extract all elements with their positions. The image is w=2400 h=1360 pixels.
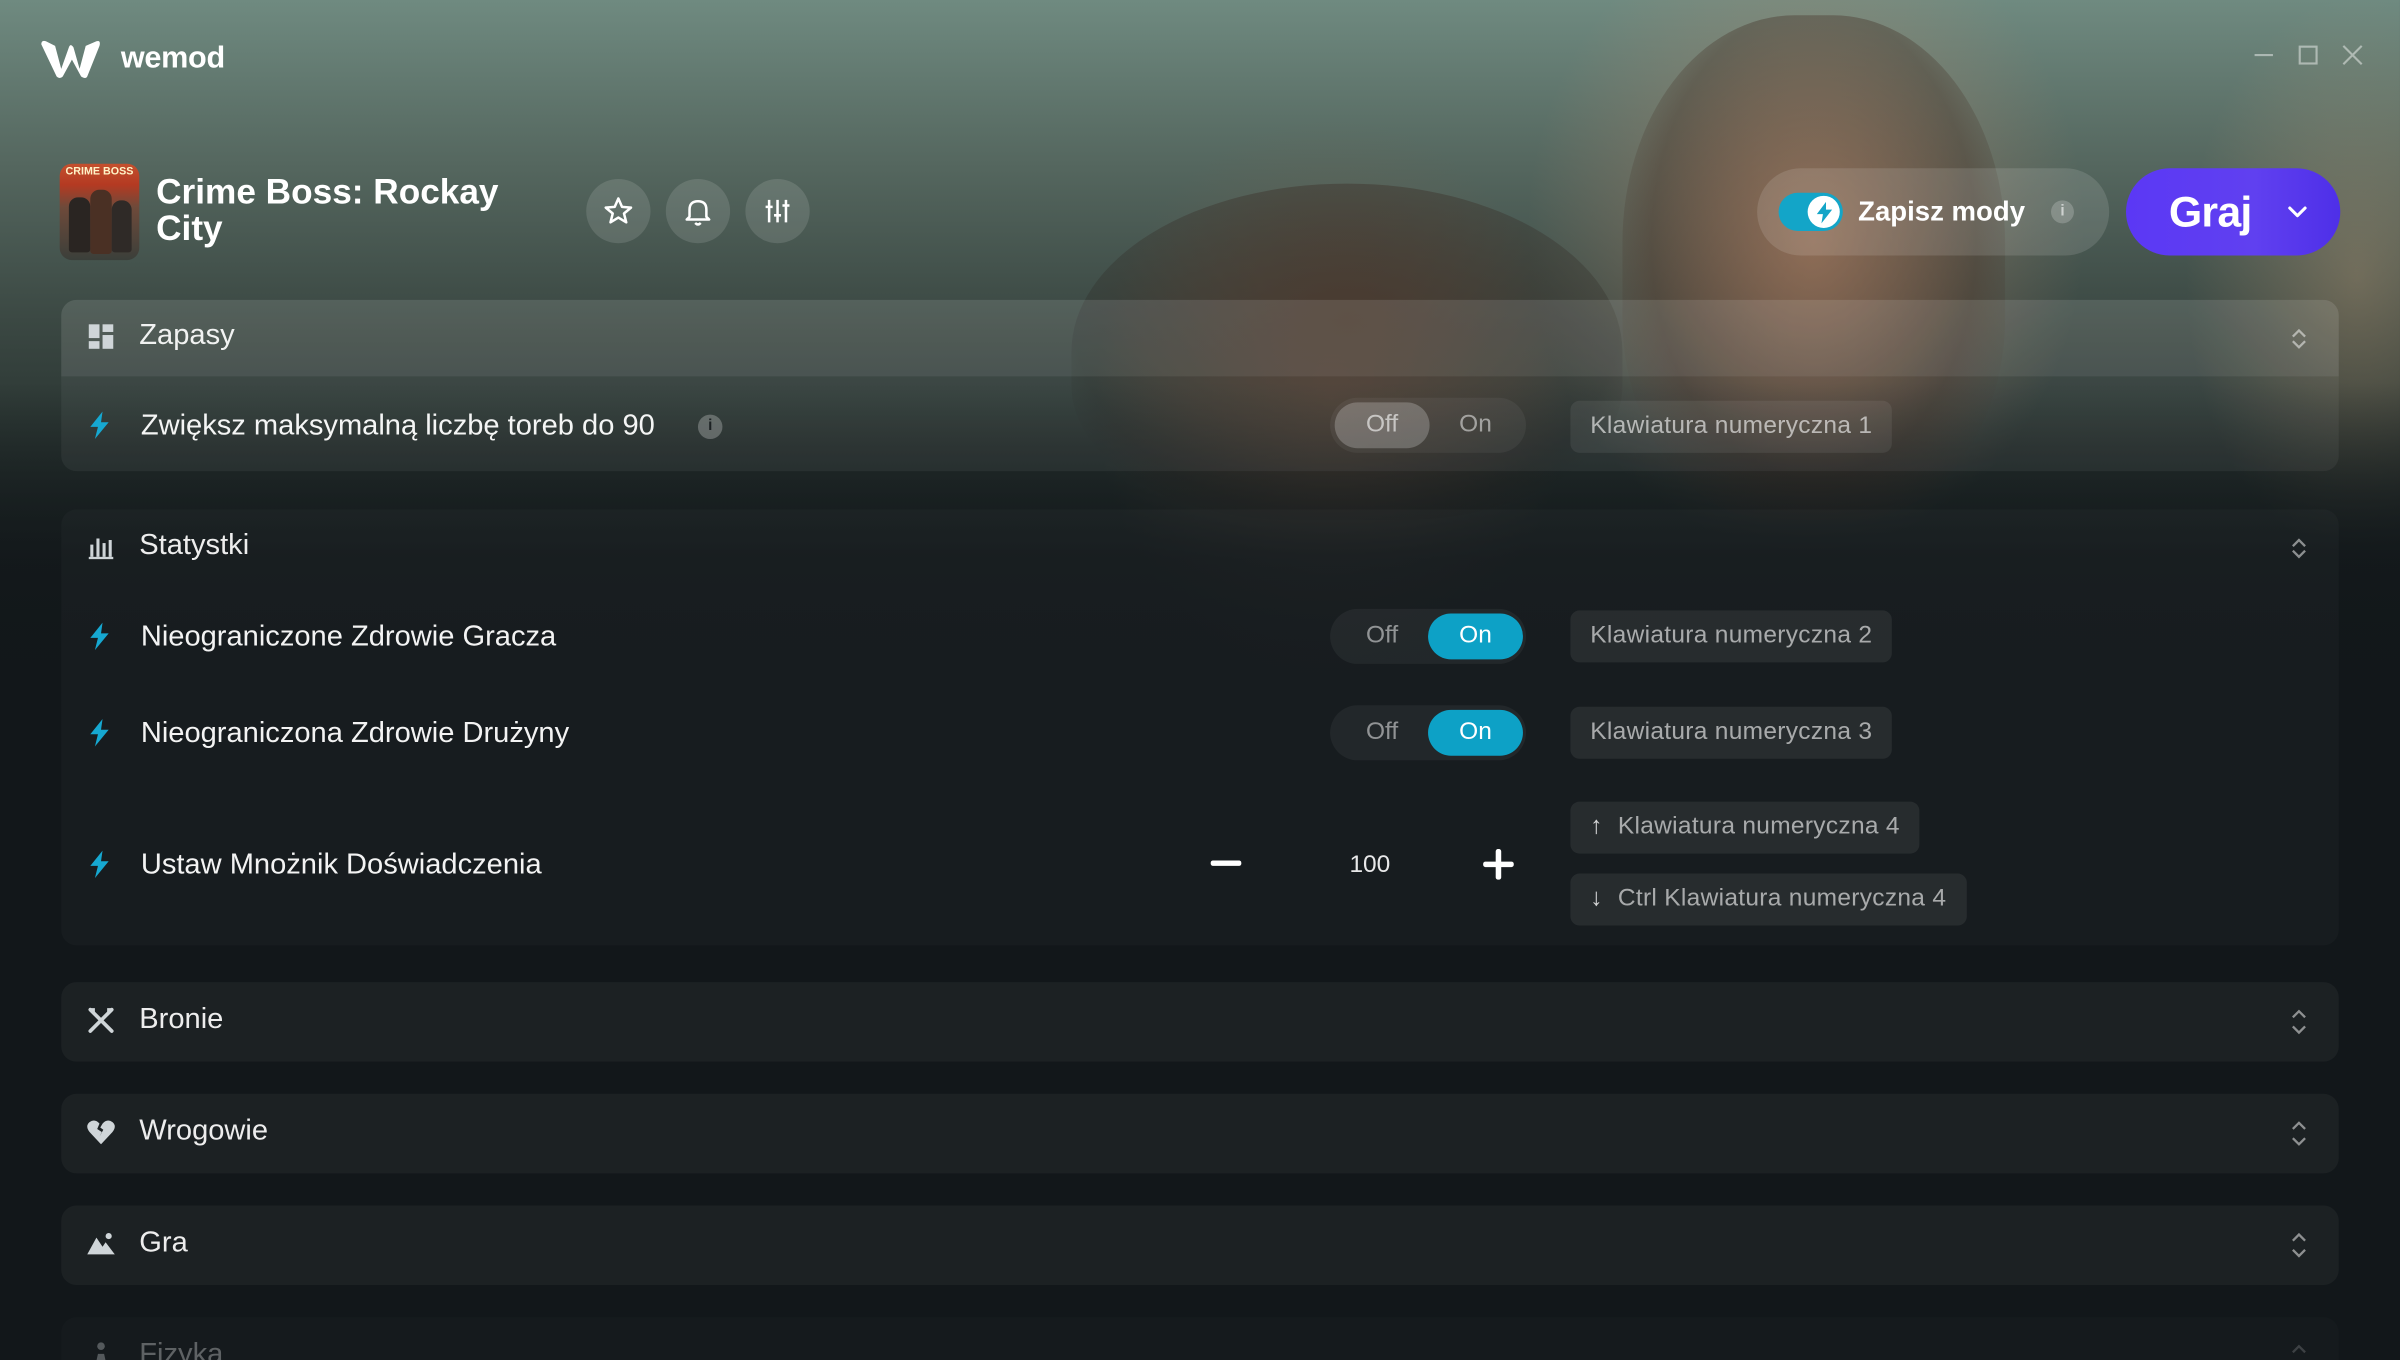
expand-chevron-icon[interactable]: [2288, 1120, 2309, 1148]
toggle-on-option[interactable]: On: [1428, 709, 1523, 756]
mod-toggle[interactable]: Off On: [1330, 608, 1527, 664]
section-gra[interactable]: Gra: [61, 1205, 2339, 1286]
play-label: Graj: [2168, 188, 2252, 236]
save-mods-toggle[interactable]: [1778, 192, 1843, 231]
bolt-icon: [90, 411, 109, 440]
brand-name: wemod: [120, 41, 225, 75]
game-cover-image: CRIME BOSS: [59, 163, 140, 261]
section-zapasy: Zapasy Zwiększ maksymalną liczbę toreb d…: [61, 299, 2339, 472]
section-title: Fizyka: [139, 1338, 224, 1360]
crossed-swords-icon: [88, 1007, 114, 1033]
toggle-on-option[interactable]: On: [1428, 613, 1523, 660]
collapse-chevron-icon[interactable]: [2288, 534, 2309, 562]
info-icon[interactable]: i: [2051, 200, 2074, 224]
maximize-icon[interactable]: [2291, 43, 2325, 77]
star-icon: [604, 197, 633, 224]
section-title: Gra: [139, 1226, 188, 1260]
toggle-off-option[interactable]: Off: [1335, 613, 1430, 659]
wemod-logo-icon: [41, 40, 100, 79]
hotkey-badge[interactable]: Klawiatura numeryczna 3: [1570, 706, 1893, 759]
sliders-icon: [765, 199, 790, 223]
mod-label: Nieograniczona Zdrowie Drużyny: [140, 717, 570, 750]
chevron-down-icon[interactable]: [2285, 199, 2309, 223]
figure-icon: [96, 1342, 106, 1360]
bolt-icon: [90, 850, 109, 879]
minimize-icon[interactable]: [2247, 43, 2281, 77]
landscape-icon: [87, 1233, 115, 1255]
title-bar: wemod: [0, 0, 2400, 119]
increment-button[interactable]: [1480, 846, 1517, 883]
section-title: Zapasy: [139, 319, 235, 352]
notifications-button[interactable]: [665, 178, 731, 244]
play-button[interactable]: Graj: [2126, 168, 2341, 256]
expand-chevron-icon[interactable]: [2288, 1343, 2309, 1360]
bolt-icon: [1816, 201, 1832, 223]
bolt-icon: [90, 622, 109, 651]
grid-icon: [88, 324, 114, 349]
game-title: Crime Boss: Rockay City: [156, 171, 499, 248]
arrow-down-icon: ↓: [1590, 885, 1603, 912]
toggle-off-option[interactable]: Off: [1334, 402, 1430, 449]
game-settings-button[interactable]: [745, 178, 810, 244]
mod-label: Zwiększ maksymalną liczbę toreb do 90: [140, 409, 655, 443]
save-mods-button[interactable]: Zapisz mody i: [1757, 168, 2110, 256]
section-fizyka[interactable]: Fizyka: [61, 1317, 2339, 1360]
section-bronie[interactable]: Bronie: [61, 982, 2339, 1062]
expand-chevron-icon[interactable]: [2288, 1231, 2309, 1259]
collapse-chevron-icon[interactable]: [2288, 324, 2309, 352]
bar-chart-icon: [88, 538, 114, 560]
info-icon[interactable]: i: [697, 414, 723, 440]
expand-chevron-icon[interactable]: [2288, 1008, 2309, 1036]
toggle-off-option[interactable]: Off: [1335, 710, 1430, 756]
close-icon[interactable]: [2336, 43, 2370, 77]
mod-toggle[interactable]: Off On: [1330, 397, 1527, 453]
section-wrogowie[interactable]: Wrogowie: [61, 1093, 2339, 1174]
mod-label: Nieograniczone Zdrowie Gracza: [140, 621, 557, 654]
stepper-value[interactable]: 100: [1332, 852, 1409, 880]
mod-label: Ustaw Mnożnik Doświadczenia: [140, 849, 542, 882]
save-mods-label: Zapisz mody: [1858, 195, 2026, 227]
toggle-on-option[interactable]: On: [1428, 402, 1523, 448]
bolt-icon: [90, 719, 109, 747]
favorite-button[interactable]: [586, 178, 651, 244]
mod-toggle[interactable]: Off On: [1330, 705, 1527, 761]
section-title: Wrogowie: [139, 1115, 269, 1148]
broken-heart-icon: [87, 1120, 115, 1145]
hotkey-badge[interactable]: Klawiatura numeryczna 2: [1570, 610, 1893, 663]
hotkey-badge-decrease[interactable]: ↓ Ctrl Klawiatura numeryczna 4: [1570, 873, 1967, 926]
hotkey-badge[interactable]: Klawiatura numeryczna 1: [1570, 400, 1893, 453]
section-title: Bronie: [139, 1003, 224, 1036]
arrow-up-icon: ↑: [1590, 813, 1603, 840]
hotkey-badge-increase[interactable]: ↑ Klawiatura numeryczna 4: [1570, 801, 1920, 854]
section-title: Statystki: [139, 529, 250, 562]
section-statystki: Statystki Nieograniczone Zdrowie Gracza …: [61, 509, 2339, 945]
decrement-button[interactable]: [1209, 846, 1243, 880]
bell-icon: [685, 200, 711, 226]
